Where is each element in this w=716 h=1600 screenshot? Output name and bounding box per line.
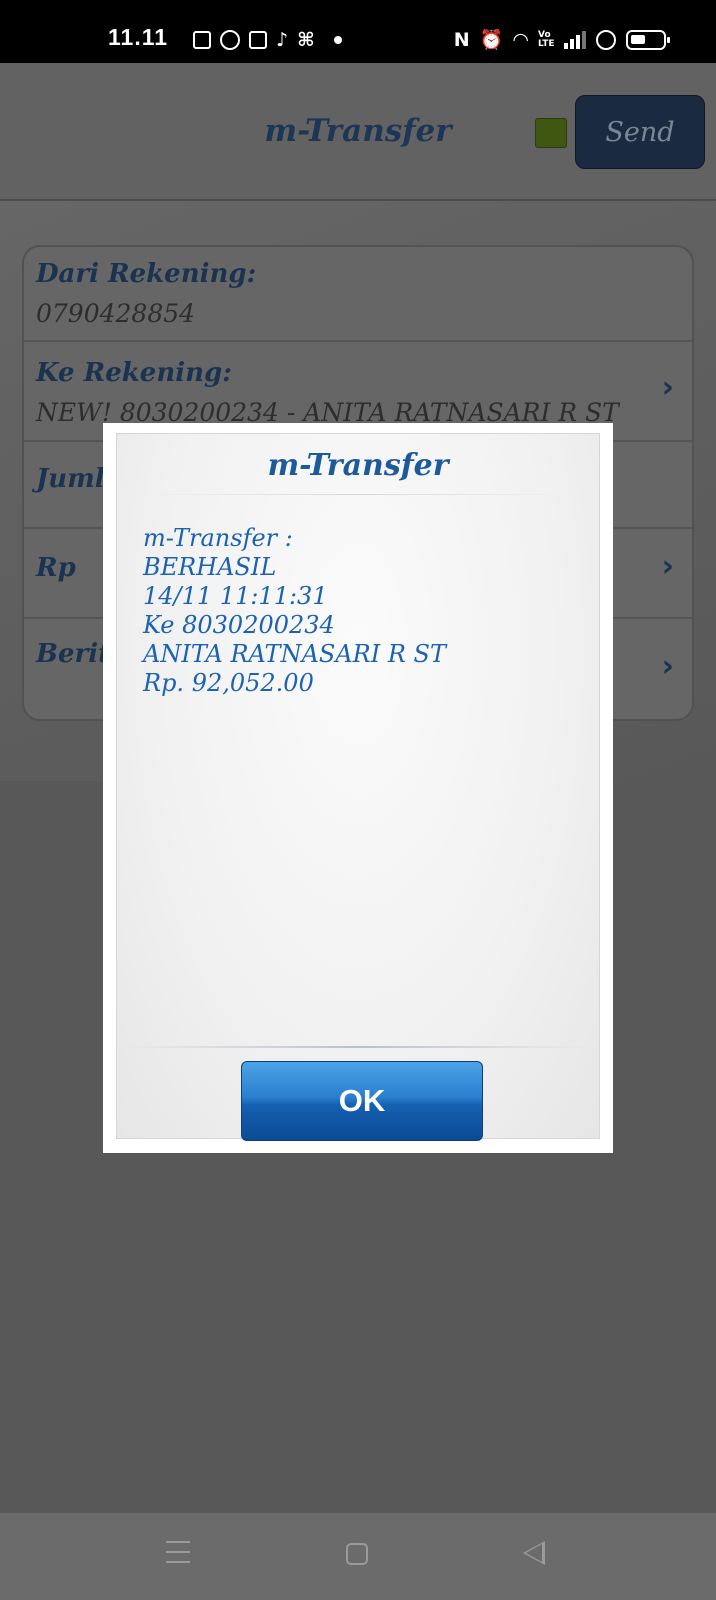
status-left-icons: ♪ ⌘ [193,26,352,54]
navigation-bar [0,1513,716,1600]
dialog-title: m-Transfer [267,448,449,483]
app-header: m-Transfer Send [0,63,716,201]
wifi-icon: ◠ [513,29,528,51]
send-button[interactable]: Send [575,95,705,169]
connection-indicator [535,118,567,148]
status-right-icons: N ⏰ ◠ Vo LTE [453,26,670,54]
dialog-divider [137,494,579,495]
signal-icon [564,31,586,49]
message-line: Rp. 92,052.00 [143,669,314,697]
menu-icon[interactable] [166,1541,190,1563]
from-account-row[interactable]: Dari Rekening: 0790428854 [24,247,692,342]
vpn-shield-icon [596,30,616,50]
shop-icon [249,31,267,49]
home-icon[interactable] [346,1543,368,1565]
message-line: 14/11 11:11:31 [143,582,328,610]
volte-icon: Vo LTE [538,30,555,49]
dot-icon [333,36,342,44]
message-line: BERHASIL [143,553,277,581]
from-account-value: 0790428854 [36,299,196,328]
dialog-footer-divider [129,1046,587,1048]
tiktok-icon: ♪ [276,29,289,51]
nfc-icon: N [453,29,470,51]
news-icon [193,31,211,49]
to-account-label: Ke Rekening: [36,358,232,388]
message-line: ANITA RATNASARI R ST [143,640,446,668]
status-time: 11.11 [108,24,169,50]
battery-icon [626,30,670,50]
message-line: m-Transfer : [143,524,293,552]
result-dialog: m-Transfer m-Transfer : BERHASIL 14/11 1… [103,423,613,1153]
back-icon[interactable] [523,1541,545,1565]
currency-label: Rp [36,553,76,583]
ok-button[interactable]: OK [241,1061,483,1141]
chevron-right-icon: › [661,549,674,584]
whatsapp-icon [220,30,240,50]
dialog-body: m-Transfer m-Transfer : BERHASIL 14/11 1… [116,433,600,1141]
chevron-right-icon: › [661,370,674,405]
chevron-right-icon: › [661,649,674,684]
capcut-icon: ⌘ [297,29,315,51]
message-line: Ke 8030200234 [143,611,335,639]
alarm-icon: ⏰ [479,29,504,51]
dialog-message: m-Transfer : BERHASIL 14/11 11:11:31 Ke … [143,524,583,698]
from-account-label: Dari Rekening: [36,259,257,289]
status-bar: 11.11 ♪ ⌘ N ⏰ ◠ Vo LTE [0,0,716,63]
